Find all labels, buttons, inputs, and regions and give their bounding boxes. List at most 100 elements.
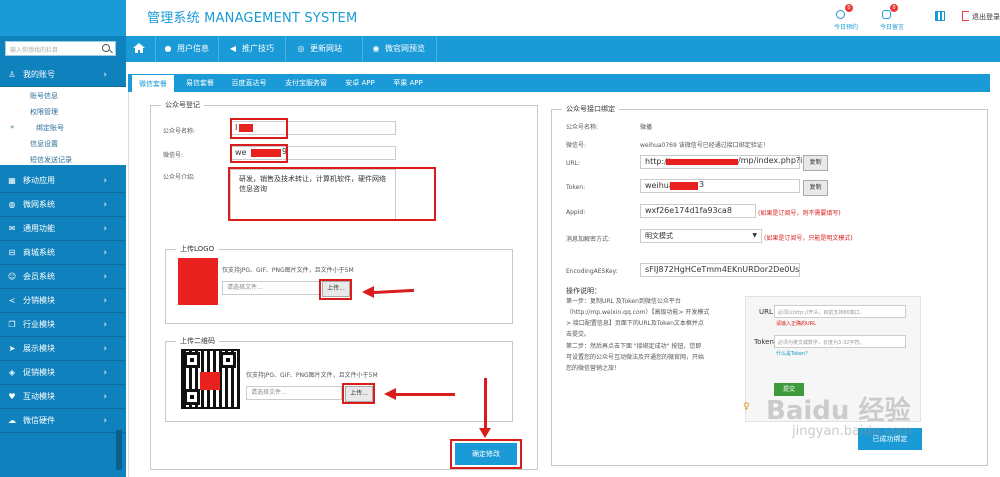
cloud-icon: ☁ [8,416,16,425]
highlight-box [450,439,522,469]
sidebar-search[interactable]: 输入你想找的栏目 [5,41,116,56]
nav-user-info[interactable]: ● 用户信息 [163,36,210,62]
token-tail: 3 [699,180,705,189]
sidebar-item-industry[interactable]: ❐ 行业模块 › [0,313,126,337]
tab-ios-app[interactable]: 苹果 APP [386,74,430,92]
instructions-title: 操作说明： [566,287,601,295]
instruction-line: 第一步：复制URL 及Token到微信公众平台 [566,298,681,305]
redaction-mark [200,372,220,390]
sidebar-subitem-bind-account[interactable]: 绑定账号 [36,123,64,133]
sidebar-item-mobile-apps[interactable]: ▦ 移动应用 › [0,169,126,193]
tab-yixin-package[interactable]: 易信套餐 [178,74,222,92]
nav-divider [436,36,437,62]
message-label[interactable]: 今日留言 [880,22,904,31]
highlight-box [228,167,436,221]
intro-label: 公众号介绍: [163,174,196,181]
eye-icon: ◉ [372,44,380,53]
logo-notch [119,10,126,22]
reservation-label[interactable]: 今日预约 [834,22,858,31]
message-icon[interactable] [882,10,891,19]
tab-alipay-window[interactable]: 支付宝服务窗 [278,74,334,92]
qrcode-icon[interactable] [935,11,945,21]
user-icon: ♙ [8,70,16,79]
copy-token-button[interactable]: 复制 [803,180,828,196]
sidebar-item-micro-web[interactable]: ◍ 微网系统 › [0,193,126,217]
sidebar-scrollbar[interactable] [116,430,122,470]
sidebar-item-common[interactable]: ✉ 通用功能 › [0,217,126,241]
copy-url-button[interactable]: 复制 [803,155,828,171]
qr-corner [220,352,236,368]
token-input[interactable]: weihua [640,179,800,193]
r-wechat-value: weihua0769 该微信号已经通过接口绑定验证！ [640,142,769,149]
globe-icon: ◍ [8,200,16,209]
cart-icon: ⊟ [8,248,16,257]
qrcode-file-input[interactable]: 请选择文件... [246,386,342,400]
message-count-badge: 0 [890,4,898,12]
mini-token-label: Token [754,338,774,346]
appid-label: AppId: [566,209,586,216]
logo-preview-image [178,258,218,305]
logout-link[interactable]: 退出登录 [972,12,1000,22]
interface-legend: 公众号接口绑定 [566,105,615,113]
sidebar-subitem-info-settings[interactable]: 信息设置 [30,139,58,149]
nav-site-preview[interactable]: ◉ 微官网预览 [371,36,426,62]
annotation-arrow [395,393,455,396]
sidebar-item-member[interactable]: ☺ 会员系统 › [0,265,126,289]
redaction-mark [666,159,738,165]
mini-url-hint: 请输入正确的URL [776,321,816,327]
instruction-line: 第二步：然后再点击下面 "接绑定成功" 按钮，您即 [566,343,702,350]
instruction-line: 击提交。 [566,331,591,338]
url-suffix: /mp/index.php?i [738,156,803,165]
logout-icon[interactable] [962,11,969,21]
chevron-right-icon: › [103,320,107,330]
url-label: URL: [566,160,580,167]
encrypt-mode-select[interactable]: 明文模式 ▼ [640,229,762,243]
sidebar-item-hardware[interactable]: ☁ 微信硬件 › [0,409,126,433]
chevron-right-icon: › [103,296,107,306]
appid-note: (如果是订阅号，则不需要填写) [758,210,841,217]
send-icon: ➤ [8,344,16,353]
lightbulb-icon: ♀ [743,402,750,412]
sidebar-item-interaction[interactable]: ♥ 互动模块 › [0,385,126,409]
sidebar-subitem-account-info[interactable]: 账号信息 [30,91,58,101]
tab-wechat-package[interactable]: 微信套餐 [131,74,175,92]
home-icon[interactable] [131,40,147,56]
chevron-right-icon: › [103,344,107,354]
sidebar-item-display[interactable]: ➤ 展示模块 › [0,337,126,361]
tab-android-app[interactable]: 安卓 APP [336,74,384,92]
aes-key-label: EncodingAESKey: [566,268,618,275]
logo-file-input[interactable]: 请选择文件... [222,281,320,295]
encrypt-mode-note: (如果是订阅号，只能是明文模式) [764,235,853,242]
chevron-right-icon: › [103,224,107,234]
sidebar-item-mall[interactable]: ⊟ 商城系统 › [0,241,126,265]
r-name-value: 微播 [640,124,653,131]
reservation-icon[interactable] [836,10,845,19]
chevron-right-icon: › [103,416,107,426]
qr-corner [184,389,200,405]
search-icon[interactable] [102,44,110,52]
nav-promo-tips[interactable]: ◀ 推广技巧 [228,36,274,62]
tag-icon: ◈ [8,368,16,377]
annotation-arrow-head [362,286,374,298]
sidebar-subitem-sms-log[interactable]: 短信发送记录 [30,155,72,165]
chevron-right-icon: › [103,392,107,402]
instruction-line: （http://mp.weixin.qq.com）【高级功能> 开发模式 [566,309,710,316]
search-input[interactable]: 输入你想找的栏目 [10,45,58,54]
highlight-box [230,144,288,163]
sidebar-item-my-account[interactable]: ♙ 我的账号 › [0,63,126,87]
nav-divider [218,36,219,62]
annotation-arrow [484,378,487,430]
mini-token-hint: 什么是Token？ [776,351,811,357]
sidebar-item-promotion[interactable]: ◈ 促销模块 › [0,361,126,385]
watermark-url: jingyan.baidu.com [792,424,912,439]
instruction-line: 可设置您的公众号互动微法及开通您的微官网，开始 [566,354,705,361]
tab-baidu-direct[interactable]: 百度直达号 [224,74,274,92]
sidebar-item-distribution[interactable]: ≺ 分销模块 › [0,289,126,313]
nav-update-site[interactable]: ◎ 更新网站 [296,36,343,62]
copy-icon: ❐ [8,320,16,329]
appid-input[interactable]: wxf26e174d1fa93ca8 [640,204,756,218]
sidebar-subitem-permissions[interactable]: 权限管理 [30,107,58,117]
aes-key-input[interactable]: sFIJ872HgHCeTmm4EKnURDor2De0UsNr1l [640,263,800,277]
user-icon: ● [164,44,172,53]
redaction-mark [670,182,698,190]
